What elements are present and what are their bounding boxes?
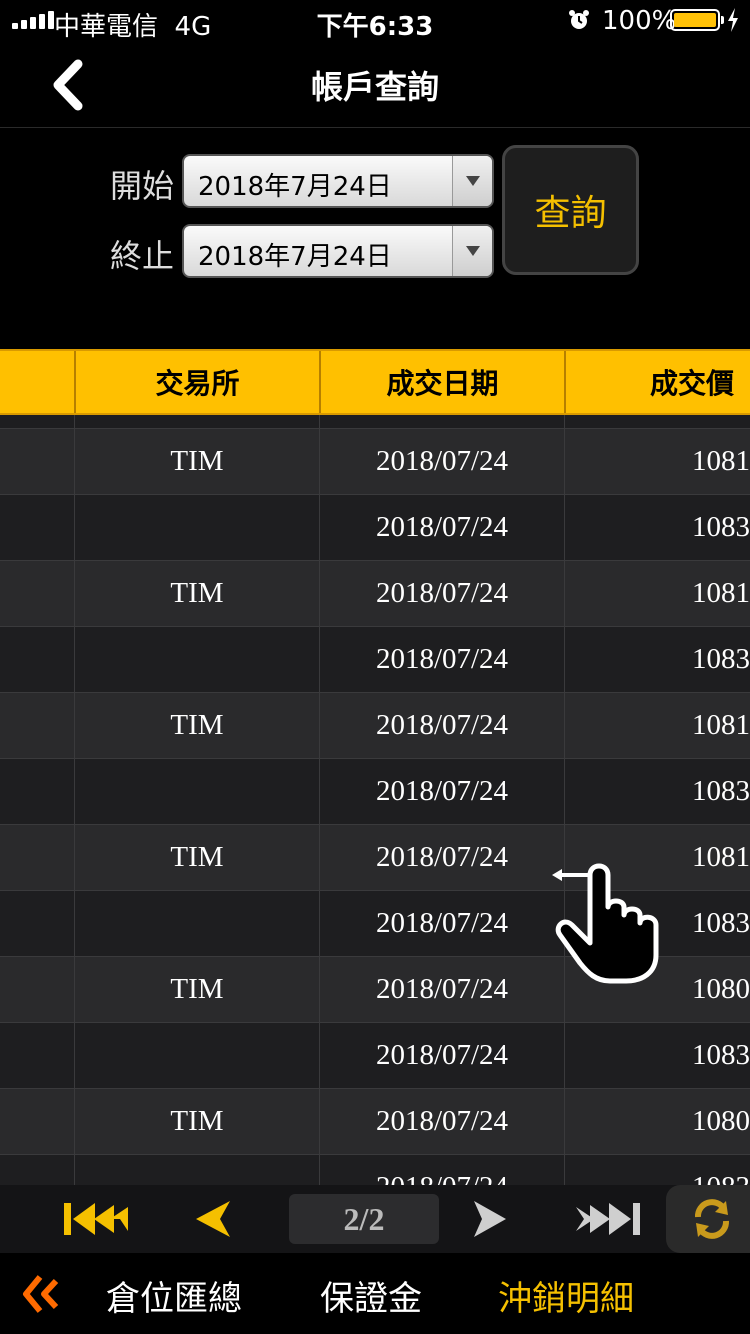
swipe-hint-hand-icon	[552, 863, 659, 984]
row-lead-cell	[0, 627, 74, 692]
row-lead-cell	[0, 561, 74, 626]
start-date-value: 2018年7月24日	[198, 172, 392, 202]
end-date-label: 終止	[110, 237, 175, 275]
start-date-label: 開始	[110, 167, 175, 205]
exchange-cell: TIM	[74, 1089, 319, 1154]
date-cell: 2018/07/24	[319, 693, 564, 758]
row-lead-cell	[0, 891, 74, 956]
table-body[interactable]: TIM 2018/07/24 1081 2018/07/24 1083 TIM 2018/0…	[0, 415, 750, 1185]
last-page-icon[interactable]	[574, 1195, 642, 1243]
date-cell: 2018/07/24	[319, 429, 564, 494]
date-cell: 2018/07/24	[319, 759, 564, 824]
price-cell: 1083	[564, 495, 750, 560]
exchange-cell: TIM	[74, 561, 319, 626]
row-lead-cell	[0, 495, 74, 560]
column-header-trade-date[interactable]: 成交日期	[319, 351, 564, 413]
refresh-icon	[695, 1199, 729, 1239]
exchange-cell: TIM	[74, 429, 319, 494]
row-lead-cell	[0, 759, 74, 824]
row-lead-cell	[0, 1155, 74, 1185]
tab-offset-details[interactable]: 沖銷明細	[498, 1271, 634, 1320]
exchange-cell	[74, 1155, 319, 1185]
date-cell: 2018/07/24	[319, 1089, 564, 1154]
table-row[interactable]: 2018/07/241083	[0, 495, 750, 561]
price-cell: 1080	[564, 1089, 750, 1154]
table-row[interactable]: 2018/07/241083	[0, 759, 750, 825]
page-title: 帳戶查詢	[310, 68, 439, 106]
price-cell: 1083	[564, 1023, 750, 1088]
battery-icon	[670, 9, 724, 31]
dropdown-arrow-icon[interactable]	[452, 156, 492, 206]
price-cell: 1081	[564, 561, 750, 626]
status-bar: 中華電信 4G 下午6:33 100%	[0, 0, 750, 42]
exchange-cell	[74, 1023, 319, 1088]
bottom-tab-bar: 倉位匯總 保證金 沖銷明細	[0, 1253, 750, 1334]
price-cell: 1081	[564, 693, 750, 758]
date-cell: 2018/07/24	[319, 561, 564, 626]
start-date-select[interactable]: 2018年7月24日	[182, 154, 494, 208]
double-chevron-left-icon[interactable]	[18, 1271, 64, 1317]
table-row[interactable]: 2018/07/241083	[0, 1155, 750, 1185]
row-lead-cell	[0, 429, 74, 494]
column-header-exchange[interactable]: 交易所	[74, 351, 319, 413]
exchange-cell	[74, 891, 319, 956]
first-page-icon[interactable]	[62, 1195, 130, 1243]
exchange-cell	[74, 759, 319, 824]
tab-margin[interactable]: 保證金	[320, 1271, 422, 1320]
page-indicator: 2/2	[289, 1194, 439, 1244]
table-row[interactable]: 2018/07/241083	[0, 1023, 750, 1089]
price-cell: 1083	[564, 1155, 750, 1185]
row-lead-cell	[0, 825, 74, 890]
price-cell	[564, 415, 750, 428]
row-lead-cell	[0, 957, 74, 1022]
pager: 2/2	[0, 1185, 750, 1253]
battery-percent: 100%	[602, 6, 677, 36]
tab-position-summary[interactable]: 倉位匯總	[106, 1271, 242, 1320]
date-cell: 2018/07/24	[319, 1155, 564, 1185]
dropdown-arrow-icon[interactable]	[452, 226, 492, 276]
price-cell: 1083	[564, 627, 750, 692]
nav-bar: 帳戶查詢	[0, 40, 750, 128]
exchange-cell	[74, 495, 319, 560]
next-page-icon[interactable]	[470, 1195, 510, 1243]
date-cell: 2018/07/24	[319, 891, 564, 956]
refresh-button[interactable]	[666, 1185, 750, 1253]
query-button[interactable]: 查詢	[502, 145, 639, 275]
table-header: 交易所 成交日期 成交價	[0, 349, 750, 415]
row-lead-cell	[0, 1089, 74, 1154]
end-date-value: 2018年7月24日	[198, 242, 392, 272]
date-cell: 2018/07/24	[319, 825, 564, 890]
charging-icon	[728, 8, 738, 32]
query-panel: 開始 2018年7月24日 終止 2018年7月24日 查詢	[0, 129, 750, 349]
price-cell: 1081	[564, 429, 750, 494]
row-lead-cell	[0, 1023, 74, 1088]
table-row[interactable]: 2018/07/241083	[0, 627, 750, 693]
exchange-cell: TIM	[74, 957, 319, 1022]
exchange-cell	[74, 627, 319, 692]
exchange-cell	[74, 415, 319, 428]
end-date-select[interactable]: 2018年7月24日	[182, 224, 494, 278]
table-row[interactable]: TIM 2018/07/24 1081	[0, 693, 750, 759]
date-cell: 2018/07/24	[319, 1023, 564, 1088]
alarm-icon	[569, 10, 589, 29]
column-header-trade-price[interactable]: 成交價	[564, 351, 750, 413]
table-row[interactable]: TIM 2018/07/24 1081	[0, 561, 750, 627]
previous-page-icon[interactable]	[192, 1195, 234, 1243]
date-cell: 2018/07/24	[319, 627, 564, 692]
exchange-cell: TIM	[74, 693, 319, 758]
date-cell	[319, 415, 564, 428]
date-cell: 2018/07/24	[319, 957, 564, 1022]
table-row[interactable]: TIM 2018/07/24 1081	[0, 429, 750, 495]
table-row[interactable]	[0, 415, 750, 429]
price-cell: 1083	[564, 759, 750, 824]
date-cell: 2018/07/24	[319, 495, 564, 560]
row-lead-cell	[0, 693, 74, 758]
table-row[interactable]: TIM 2018/07/24 1080	[0, 1089, 750, 1155]
exchange-cell: TIM	[74, 825, 319, 890]
